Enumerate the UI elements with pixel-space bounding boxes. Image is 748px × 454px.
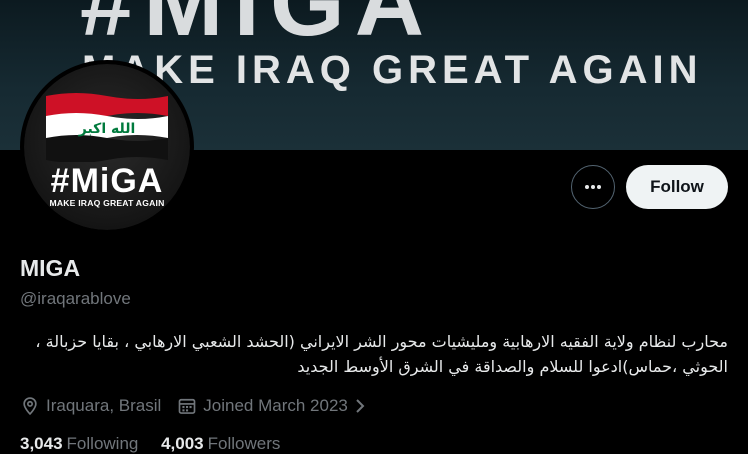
profile-handle: @iraqarablove — [20, 289, 131, 308]
flag-text: الله اكبر — [78, 121, 136, 137]
followers-link[interactable]: 4,003 Followers — [161, 434, 298, 453]
avatar-image: الله اكبر #MiGA MAKE IRAQ GREAT AGAIN — [24, 64, 190, 230]
follow-button[interactable]: Follow — [626, 165, 728, 209]
calendar-icon — [178, 398, 196, 414]
avatar-subtitle: MAKE IRAQ GREAT AGAIN — [49, 198, 165, 208]
more-options-button[interactable] — [571, 165, 615, 209]
location-pin-icon — [23, 397, 37, 416]
more-dots-icon — [585, 185, 601, 189]
profile-name: MIGA — [20, 255, 81, 281]
profile-bio: محارب لنظام ولاية الفقيه الارهابية ومليش… — [35, 332, 728, 376]
avatar[interactable]: الله اكبر #MiGA MAKE IRAQ GREAT AGAIN — [20, 60, 194, 234]
following-label: Following — [66, 434, 139, 453]
following-count: 3,043 — [20, 434, 63, 453]
joined-item: Joined March 2023 — [177, 396, 374, 416]
location-text: Iraquara, Brasil — [46, 396, 162, 415]
banner-tagline: MAKE IRAQ GREAT AGAIN — [82, 48, 703, 92]
profile-stats: 3,043 Following 4,003 Followers — [20, 434, 298, 454]
following-link[interactable]: 3,043 Following — [20, 434, 156, 453]
followers-count: 4,003 — [161, 434, 204, 453]
chevron-right-icon[interactable] — [352, 396, 368, 416]
iraq-flag-icon: الله اكبر — [46, 93, 168, 162]
location-item: Iraquara, Brasil — [20, 396, 161, 416]
profile-meta: Iraquara, Brasil Joined March 2023 — [20, 394, 390, 418]
followers-label: Followers — [207, 434, 281, 453]
avatar-title: #MiGA — [50, 162, 164, 200]
joined-text: Joined March 2023 — [203, 396, 348, 415]
